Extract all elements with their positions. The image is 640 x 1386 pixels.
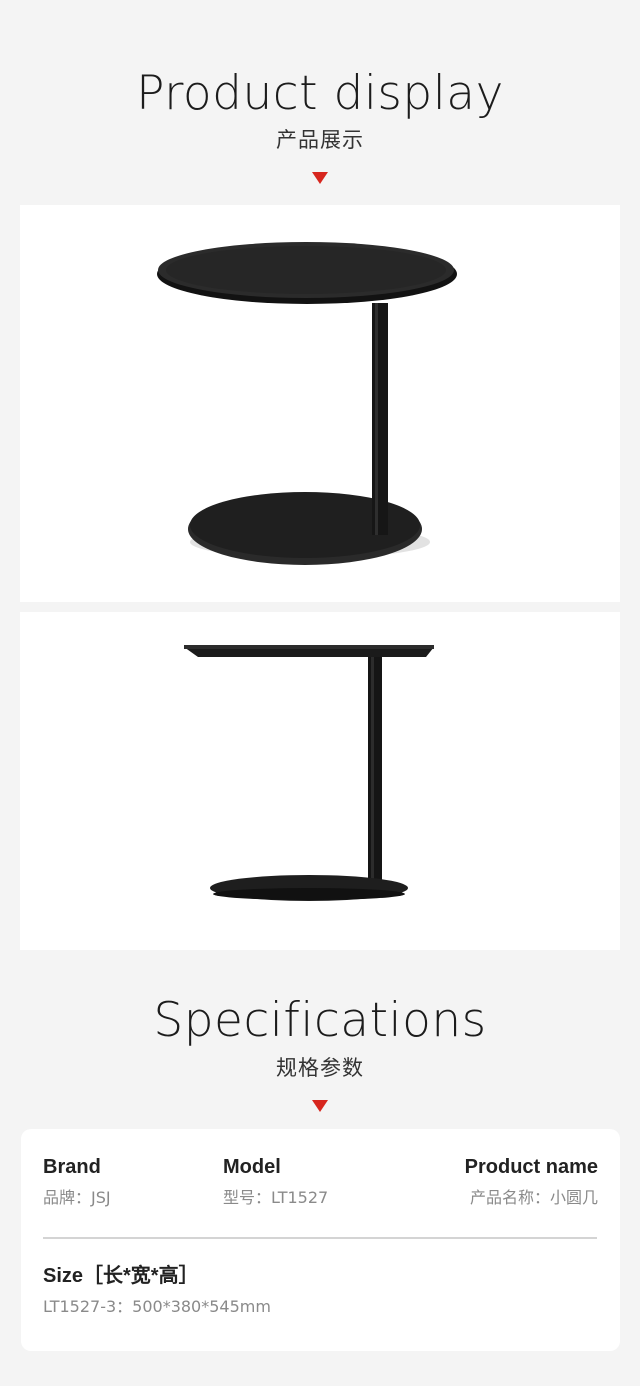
spec-divider [43, 1237, 597, 1239]
spec-product-name-value: 产品名称：小圆几 [469, 1188, 598, 1207]
specifications-title: Specifications [153, 993, 487, 1048]
product-photo-side [20, 612, 620, 950]
spec-brand: Brand 品牌：JSJ [43, 1157, 111, 1206]
product-photo-perspective [20, 205, 620, 602]
spec-product-name-label: Product name [464, 1156, 598, 1178]
spec-model-label: Model [223, 1156, 281, 1178]
product-display-title: Product display [136, 66, 504, 121]
spec-size-value: LT1527-3：500*380*545mm [43, 1297, 271, 1316]
spec-model-value: 型号：LT1527 [223, 1188, 329, 1207]
spec-product-name: Product name 产品名称：小圆几 [465, 1157, 598, 1206]
spec-brand-label: Brand [43, 1156, 101, 1178]
side-table-perspective-image [157, 242, 457, 565]
side-table-side-image [184, 645, 434, 901]
spec-size: Size［长*宽*高］ LT1527-3：500*380*545mm [43, 1266, 271, 1315]
spec-card: Brand 品牌：JSJ Model 型号：LT1527 Product nam… [21, 1129, 620, 1351]
specifications-subtitle: 规格参数 [276, 1056, 364, 1080]
spec-model: Model 型号：LT1527 [223, 1157, 328, 1206]
spec-size-label: Size［长*宽*高］ [43, 1265, 199, 1287]
spec-brand-value: 品牌：JSJ [43, 1188, 111, 1207]
down-triangle-icon [312, 1100, 328, 1112]
down-triangle-icon [312, 172, 328, 184]
product-display-subtitle: 产品展示 [276, 128, 364, 152]
